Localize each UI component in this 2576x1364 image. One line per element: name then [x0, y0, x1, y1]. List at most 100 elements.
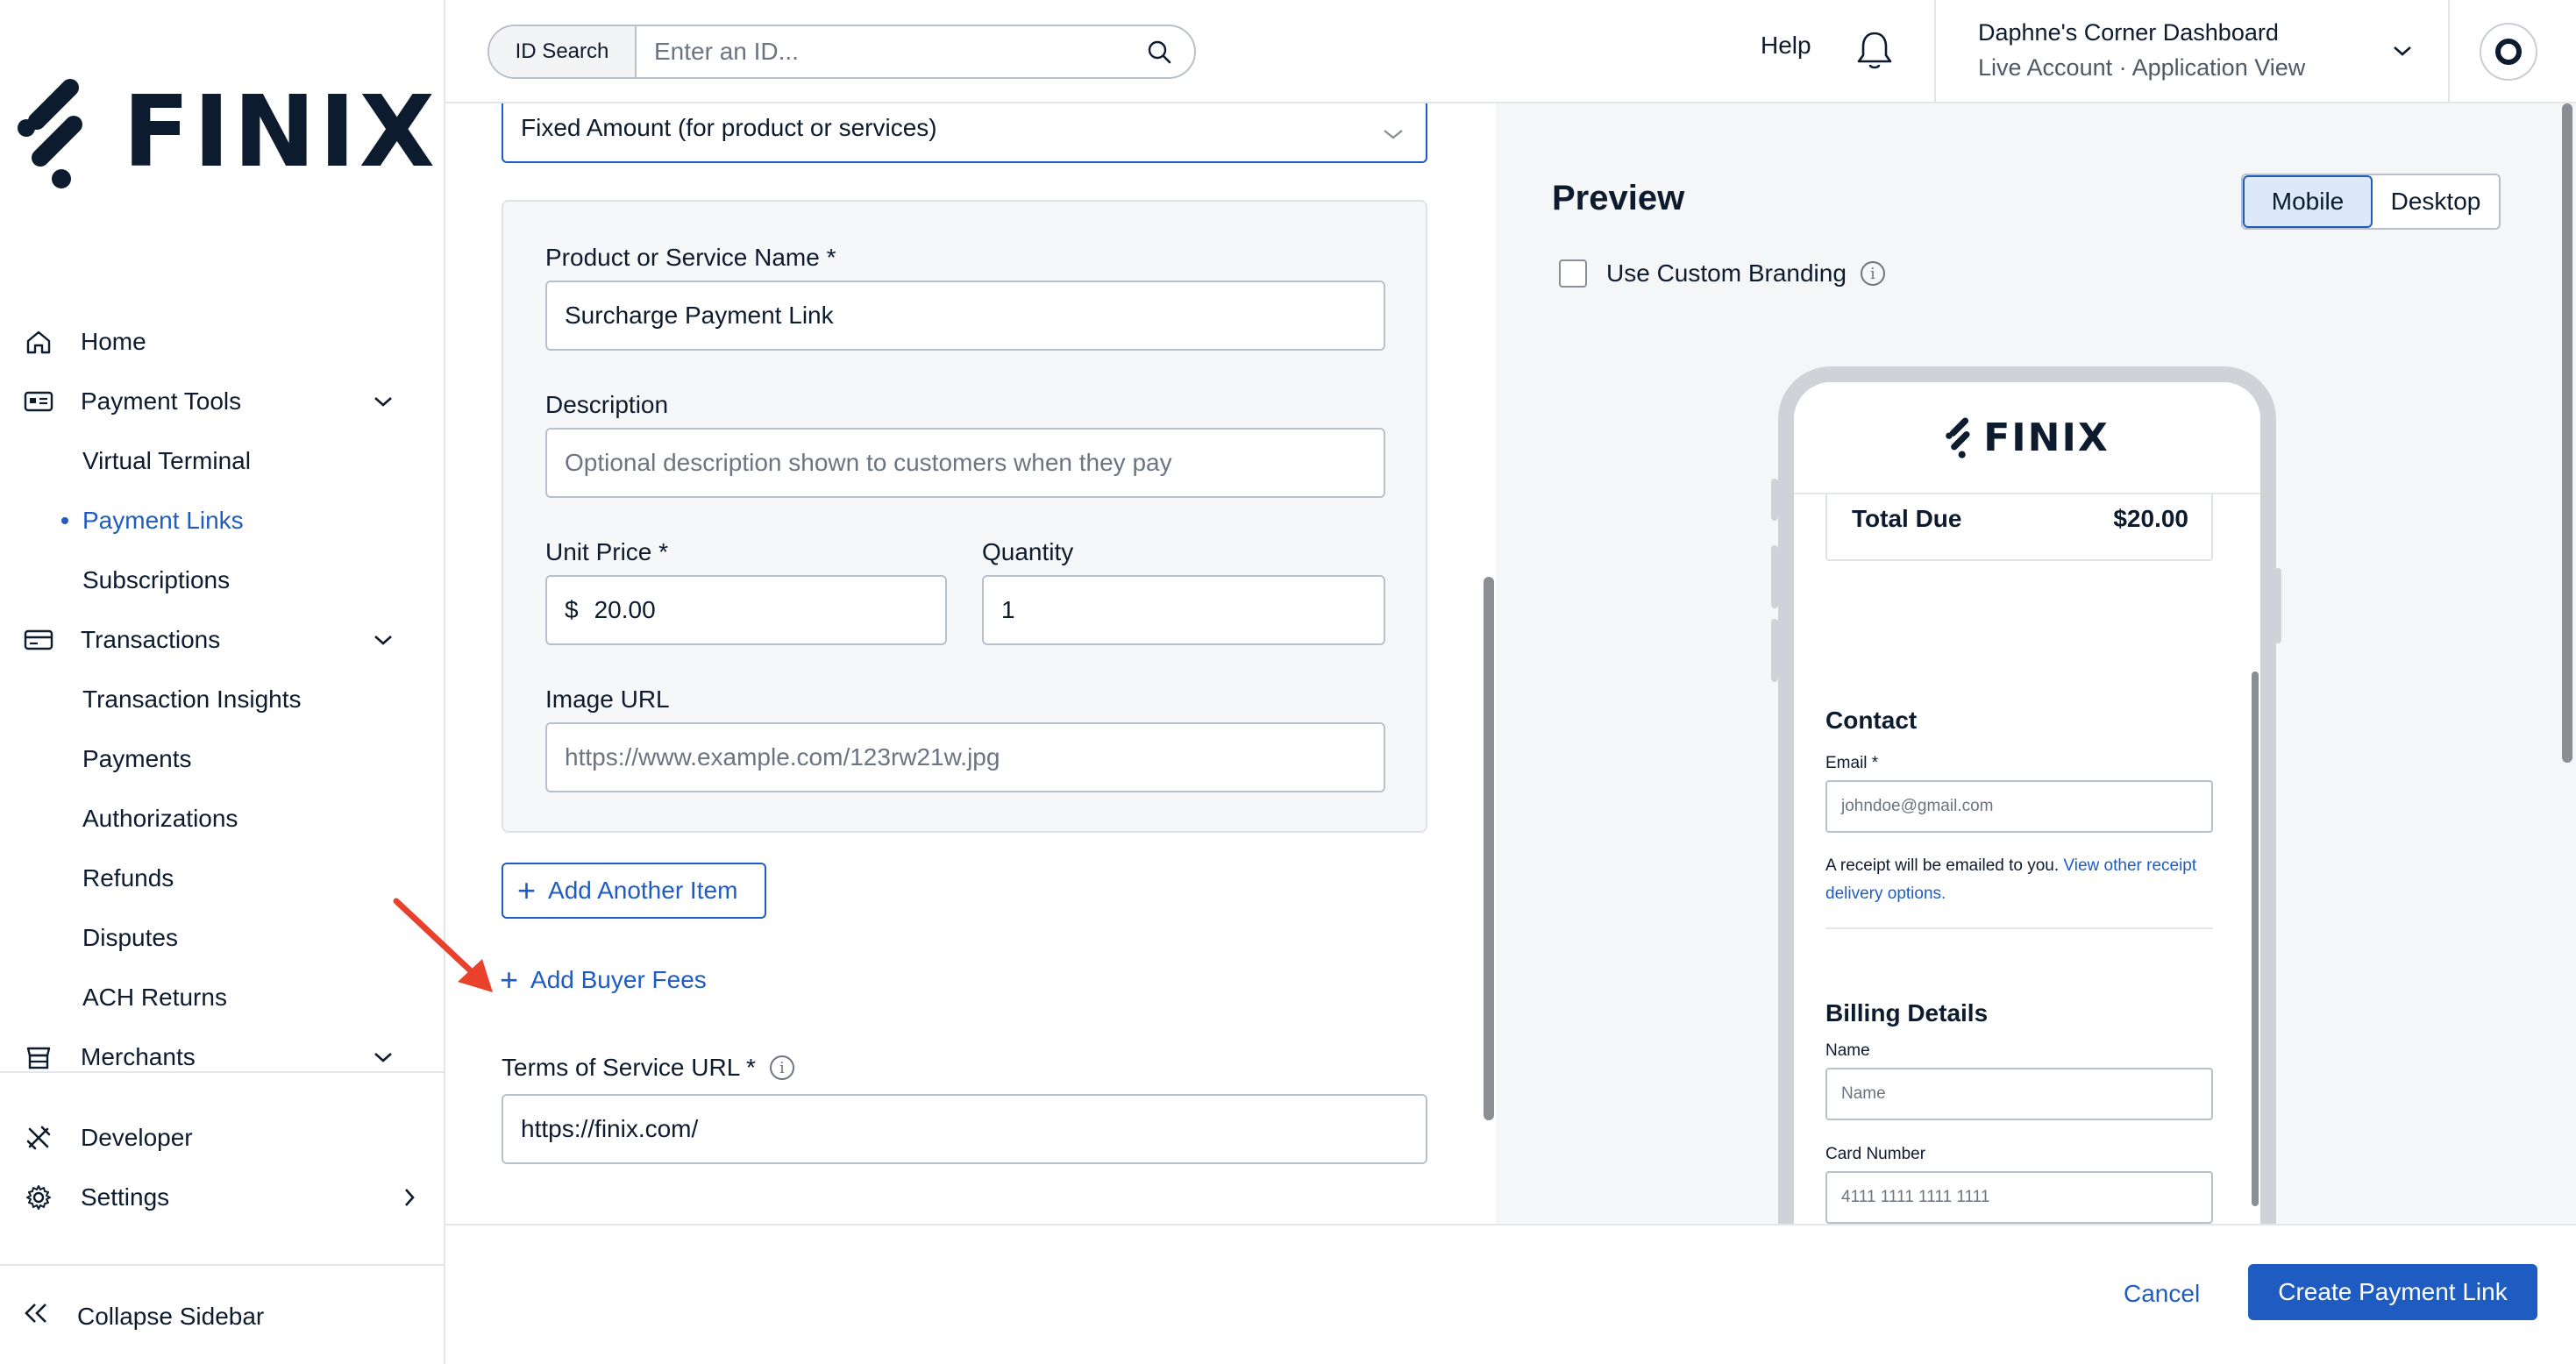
product-name-label: Product or Service Name *	[545, 244, 836, 271]
custom-branding-label: Use Custom Branding	[1606, 259, 1847, 287]
unit-price-input[interactable]: $ 20.00	[545, 575, 947, 645]
amount-type-select[interactable]: Fixed Amount (for product or services)	[502, 103, 1427, 163]
phone-divider	[1825, 927, 2213, 929]
receipt-note: A receipt will be emailed to you. View o…	[1825, 852, 2213, 908]
sidebar-item-label: Developer	[81, 1124, 193, 1151]
total-due-value: $20.00	[2113, 505, 2188, 532]
logo-wordmark: FINIX	[123, 75, 438, 189]
sidebar-item-home[interactable]: Home	[0, 316, 445, 368]
home-icon	[23, 326, 54, 358]
sidebar-subitem-payment-links[interactable]: Payment Links	[82, 496, 244, 545]
chevron-down-icon[interactable]	[370, 627, 396, 653]
sidebar-subitem-authorizations[interactable]: Authorizations	[82, 794, 238, 843]
sidebar-subitem-refunds[interactable]: Refunds	[82, 854, 174, 903]
toggle-desktop[interactable]: Desktop	[2373, 175, 2499, 228]
account-switcher[interactable]: Daphne's Corner Dashboard Live Account ·…	[1934, 0, 2450, 103]
payment-tools-icon	[23, 386, 54, 417]
chevron-down-icon[interactable]	[370, 388, 396, 415]
chevron-down-icon[interactable]	[370, 1044, 396, 1070]
sidebar-item-merchants[interactable]: Merchants	[0, 1031, 445, 1083]
sidebar-subitem-transaction-insights[interactable]: Transaction Insights	[82, 675, 302, 724]
tos-label-row: Terms of Service URL * i	[502, 1054, 794, 1082]
id-search-input[interactable]	[637, 26, 1124, 77]
preview-scrollbar[interactable]	[2562, 103, 2572, 763]
custom-branding-row: Use Custom Branding i	[1559, 259, 1885, 288]
email-input[interactable]: johndoe@gmail.com	[1825, 780, 2213, 833]
image-url-label: Image URL	[545, 686, 670, 713]
line-item-card: Product or Service Name * Surcharge Paym…	[502, 200, 1427, 833]
phone-side-button	[1771, 619, 1778, 682]
custom-branding-checkbox[interactable]	[1559, 259, 1587, 288]
phone-scrollbar[interactable]	[2252, 671, 2259, 1206]
chevron-down-icon	[1382, 119, 1405, 147]
collapse-sidebar-button[interactable]: Collapse Sidebar	[0, 1264, 445, 1364]
add-another-item-button[interactable]: + Add Another Item	[502, 863, 766, 919]
account-type: Live Account	[1978, 54, 2113, 81]
name-input[interactable]: Name	[1825, 1068, 2213, 1120]
preview-title: Preview	[1552, 179, 1685, 217]
double-chevron-left-icon	[21, 1301, 53, 1330]
tos-label: Terms of Service URL *	[502, 1054, 756, 1081]
email-label: Email *	[1825, 754, 1879, 772]
quantity-value: 1	[1001, 596, 1015, 623]
product-name-input[interactable]: Surcharge Payment Link	[545, 281, 1385, 351]
toggle-mobile[interactable]: Mobile	[2243, 175, 2373, 228]
add-item-label: Add Another Item	[548, 877, 738, 904]
form-scrollbar[interactable]	[1484, 577, 1494, 1120]
chevron-right-icon[interactable]	[396, 1184, 423, 1211]
image-url-input[interactable]: https://www.example.com/123rw21w.jpg	[545, 722, 1385, 792]
description-input[interactable]: Optional description shown to customers …	[545, 428, 1385, 498]
account-subtitle: Live Account · Application View	[1978, 54, 2305, 82]
chevron-down-icon	[2388, 37, 2416, 65]
sidebar-subitem-subscriptions[interactable]: Subscriptions	[82, 556, 230, 605]
phone-side-button	[1771, 479, 1778, 521]
quantity-input[interactable]: 1	[982, 575, 1385, 645]
info-icon[interactable]: i	[1860, 261, 1885, 286]
search-icon[interactable]	[1124, 26, 1194, 77]
preview-panel: Preview Mobile Desktop Use Custom Brandi…	[1496, 103, 2576, 1224]
id-search-label[interactable]: ID Search	[489, 26, 637, 77]
finix-logo[interactable]: FINIX	[18, 75, 438, 189]
finix-logo-mark-icon	[18, 79, 82, 188]
tos-url-input[interactable]: https://finix.com/	[502, 1094, 1427, 1164]
create-payment-link-button[interactable]: Create Payment Link	[2248, 1264, 2537, 1320]
sidebar-item-payment-tools[interactable]: Payment Tools	[0, 375, 445, 428]
phone-mockup: FINIX Total Due $20.00 Contact Email * j…	[1778, 366, 2276, 1224]
sidebar-item-settings[interactable]: Settings	[0, 1171, 445, 1224]
finix-logo-mark-icon	[1946, 417, 1970, 458]
sidebar-subitem-payments[interactable]: Payments	[82, 735, 192, 784]
add-buyer-fees-link[interactable]: + Add Buyer Fees	[500, 964, 707, 996]
annotation-arrow-icon	[393, 898, 493, 992]
name-placeholder: Name	[1841, 1084, 1886, 1103]
description-label: Description	[545, 391, 669, 418]
id-search: ID Search	[487, 25, 1196, 79]
product-name-value: Surcharge Payment Link	[565, 302, 834, 329]
sidebar-item-label: Settings	[81, 1183, 170, 1211]
user-avatar[interactable]	[2480, 23, 2537, 81]
info-icon[interactable]: i	[769, 1055, 794, 1080]
phone-logo-wordmark: FINIX	[1983, 415, 2110, 460]
tos-url-value: https://finix.com/	[521, 1115, 699, 1142]
sidebar-item-transactions[interactable]: Transactions	[0, 614, 445, 666]
help-link[interactable]: Help	[1761, 32, 1811, 60]
sidebar-item-label: Payment Tools	[81, 387, 242, 415]
description-placeholder: Optional description shown to customers …	[565, 449, 1172, 476]
bell-icon[interactable]	[1850, 26, 1899, 75]
active-indicator-dot	[61, 517, 68, 524]
amount-type-value: Fixed Amount (for product or services)	[521, 114, 937, 141]
billing-heading: Billing Details	[1825, 999, 1989, 1027]
sidebar-subitem-disputes[interactable]: Disputes	[82, 913, 178, 963]
sidebar-item-developer[interactable]: Developer	[0, 1112, 445, 1164]
phone-screen: FINIX Total Due $20.00 Contact Email * j…	[1794, 382, 2260, 1224]
card-number-input[interactable]: 4111 1111 1111 1111	[1825, 1171, 2213, 1224]
developer-icon	[23, 1122, 54, 1154]
name-label: Name	[1825, 1041, 1870, 1060]
contact-heading: Contact	[1825, 707, 1918, 734]
device-toggle: Mobile Desktop	[2241, 174, 2501, 230]
sidebar-subitem-virtual-terminal[interactable]: Virtual Terminal	[82, 437, 251, 486]
sidebar-subitem-ach-returns[interactable]: ACH Returns	[82, 973, 227, 1022]
sidebar: FINIX Home Payment Tools Virtual Termina…	[0, 0, 445, 1364]
cancel-button[interactable]: Cancel	[2124, 1280, 2200, 1308]
bottom-action-bar: Cancel Create Payment Link	[445, 1224, 2576, 1364]
sidebar-item-label: Merchants	[81, 1043, 196, 1070]
